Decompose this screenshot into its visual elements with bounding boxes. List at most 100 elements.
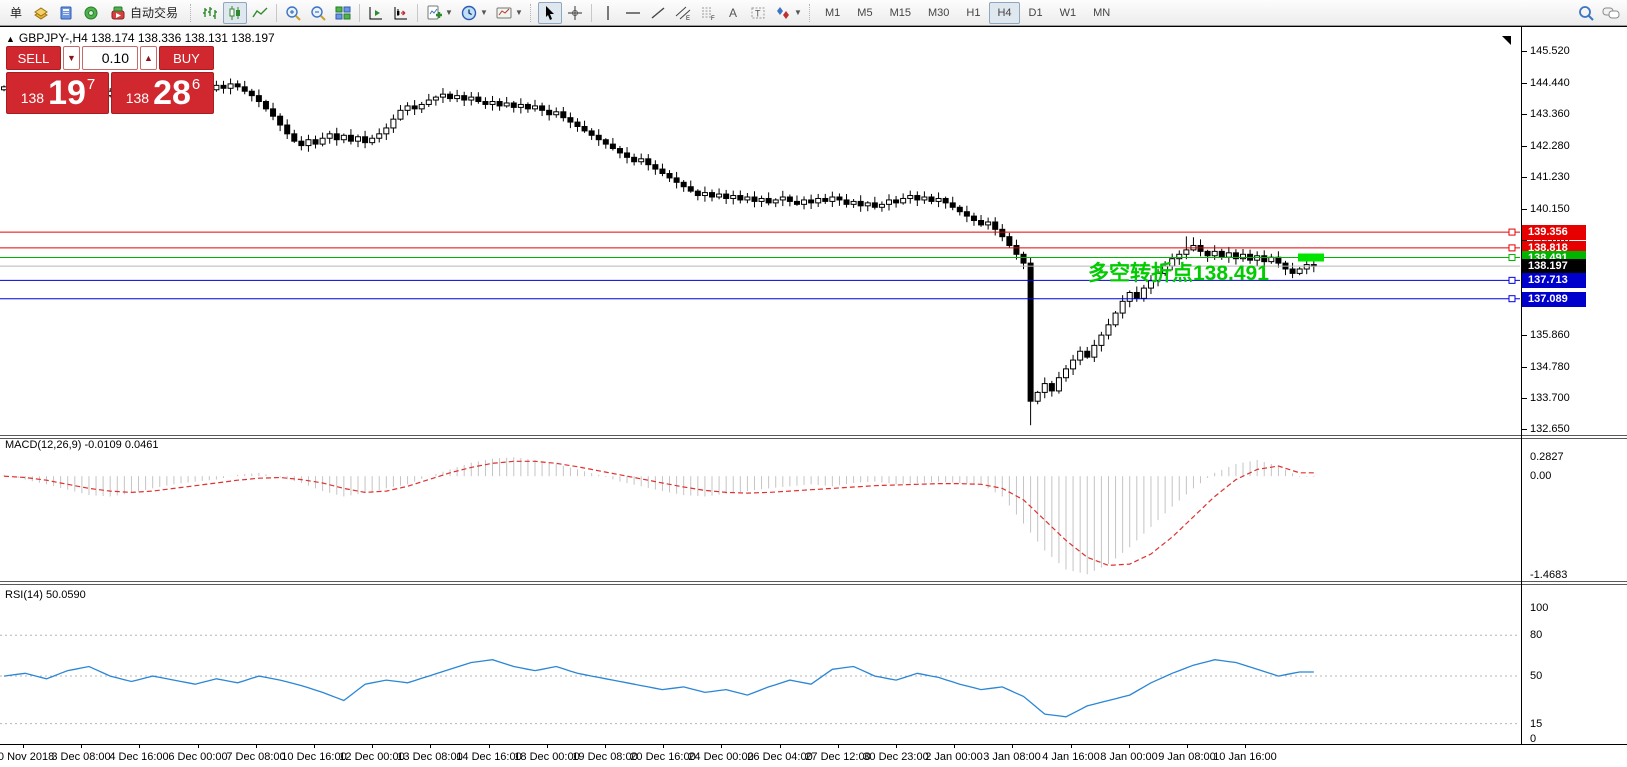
date-tick [780, 744, 781, 748]
candle-body [646, 159, 651, 165]
price-tick-label: 133.700 [1530, 392, 1570, 404]
chart-annotation-text[interactable]: 多空转折点138.491 [1088, 257, 1269, 287]
candle-body [504, 103, 509, 106]
candle-body [738, 196, 743, 200]
candle-body [412, 106, 417, 109]
candle-body [561, 112, 566, 118]
candle-body [617, 149, 622, 153]
candle-body [957, 207, 962, 211]
green-marker[interactable] [1298, 254, 1324, 262]
scale-arrow-icon[interactable] [1502, 36, 1511, 45]
chart-canvas[interactable] [0, 0, 1627, 767]
candle-body [419, 104, 424, 108]
candle-body [455, 96, 460, 99]
date-tick [954, 744, 955, 748]
line-handle[interactable] [1509, 229, 1515, 235]
candle-body [525, 104, 530, 108]
price-chip: 137.089 [1522, 292, 1586, 307]
date-tick-label: 30 Nov 2018 [0, 751, 54, 763]
candle-body [292, 134, 297, 141]
line-handle[interactable] [1509, 255, 1515, 261]
candle-body [1212, 251, 1217, 255]
candle-body [448, 94, 453, 98]
candle-body [285, 125, 290, 134]
candle-body [327, 134, 332, 138]
date-tick-label: 2 Jan 00:00 [925, 751, 983, 763]
candle-body [1085, 351, 1090, 357]
candle-body [1099, 335, 1104, 345]
candle-body [837, 197, 842, 200]
candle-body [1198, 245, 1203, 251]
price-tick [1522, 209, 1527, 210]
price-tick-label: 144.440 [1530, 77, 1570, 89]
buy-price-button[interactable]: 138286 [111, 72, 214, 114]
macd-axis-label: 0.2827 [1530, 451, 1564, 463]
candle-body [1007, 237, 1012, 246]
candle-body [518, 104, 523, 107]
rsi-axis-label: 100 [1530, 602, 1548, 614]
candle-body [766, 198, 771, 202]
line-handle[interactable] [1509, 245, 1515, 251]
candle-body [901, 198, 906, 202]
date-tick [663, 744, 664, 748]
candle-body [1276, 257, 1281, 263]
candle-body [872, 203, 877, 207]
candle-body [1120, 301, 1125, 313]
candle-body [964, 212, 969, 216]
macd-signal-line [4, 461, 1314, 565]
price-chip: 137.713 [1522, 273, 1586, 288]
panel-separator[interactable] [0, 581, 1627, 585]
collapse-triangle-icon[interactable]: ▲ [6, 34, 15, 44]
candle-body [313, 140, 318, 144]
candle-body [943, 198, 948, 202]
candle-body [440, 94, 445, 97]
date-tick [605, 744, 606, 748]
volume-down-button[interactable]: ▼ [63, 46, 80, 70]
symbol-info-text: GBPJPY-,H4 138.174 138.336 138.131 138.1… [19, 31, 275, 45]
rsi-label: RSI(14) 50.0590 [5, 589, 86, 601]
candle-body [858, 201, 863, 205]
rsi-line [4, 660, 1314, 717]
sell-price-sup: 7 [87, 76, 95, 93]
candle-body [256, 96, 261, 102]
price-tick-label: 145.520 [1530, 45, 1570, 57]
candle-body [1113, 313, 1118, 325]
candle-body [1106, 325, 1111, 335]
price-tick [1522, 335, 1527, 336]
date-tick [1071, 744, 1072, 748]
sell-button[interactable]: SELL [6, 46, 61, 70]
price-chip: 138.197 [1522, 259, 1586, 274]
buy-button[interactable]: BUY [159, 46, 214, 70]
line-handle[interactable] [1509, 277, 1515, 283]
date-tick-label: 10 Dec 16:00 [281, 751, 346, 763]
date-tick-label: 8 Jan 00:00 [1100, 751, 1158, 763]
candle-body [547, 110, 552, 114]
candle-body [1092, 345, 1097, 357]
panel-separator[interactable] [0, 435, 1627, 439]
candle-body [596, 135, 601, 139]
candle-body [674, 178, 679, 182]
candle-body [915, 196, 920, 200]
date-tick-label: 14 Dec 16:00 [456, 751, 521, 763]
candle-body [986, 222, 991, 225]
candle-body [1000, 229, 1005, 236]
rsi-axis-label: 80 [1530, 629, 1542, 641]
volume-input[interactable] [82, 46, 138, 70]
candle-body [625, 153, 630, 157]
date-tick-label: 9 Jan 08:00 [1158, 751, 1216, 763]
price-tick [1522, 146, 1527, 147]
line-handle[interactable] [1509, 296, 1515, 302]
price-tick-label: 134.780 [1530, 361, 1570, 373]
volume-up-button[interactable]: ▲ [140, 46, 157, 70]
candle-body [1141, 288, 1146, 298]
price-tick-label: 142.280 [1530, 140, 1570, 152]
candle-body [377, 134, 382, 138]
candle-body [695, 191, 700, 195]
date-tick [1245, 744, 1246, 748]
date-tick [547, 744, 548, 748]
candle-body [922, 197, 927, 200]
date-tick [489, 744, 490, 748]
candle-body [405, 106, 410, 110]
sell-price-button[interactable]: 138197 [6, 72, 109, 114]
candle-body [929, 197, 934, 201]
